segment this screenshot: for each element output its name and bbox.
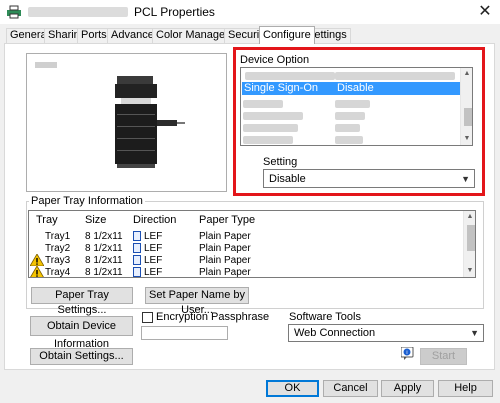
document-icon bbox=[133, 267, 141, 277]
encryption-label: Encryption Passphrase bbox=[156, 311, 270, 323]
document-icon bbox=[133, 243, 141, 254]
tray-size: 8 1/2x11 bbox=[85, 267, 123, 278]
setting-select[interactable]: Disable ▼ bbox=[263, 169, 475, 188]
list-item[interactable] bbox=[243, 100, 283, 108]
warning-icon bbox=[30, 254, 44, 266]
software-tools-label: Software Tools bbox=[289, 311, 361, 323]
tray-name: Tray4 bbox=[45, 267, 71, 278]
ok-button[interactable]: OK bbox=[266, 380, 319, 397]
close-icon[interactable]: ✕ bbox=[474, 2, 496, 22]
device-option-scrollbar[interactable]: ▲ ▼ bbox=[460, 68, 472, 145]
redacted-printer-name bbox=[28, 7, 128, 17]
apply-button[interactable]: Apply bbox=[381, 380, 434, 397]
chevron-down-icon: ▼ bbox=[461, 174, 470, 184]
paper-tray-label: Paper Tray Information bbox=[29, 195, 145, 207]
list-item[interactable] bbox=[243, 112, 303, 120]
cancel-button[interactable]: Cancel bbox=[323, 380, 378, 397]
obtain-settings-button[interactable]: Obtain Settings... bbox=[30, 348, 133, 365]
scroll-down-icon[interactable]: ▼ bbox=[464, 265, 475, 277]
start-button[interactable]: Start bbox=[420, 348, 467, 365]
tray-direction: LEF bbox=[144, 231, 163, 242]
col-header-size: Size bbox=[85, 214, 107, 226]
encryption-checkbox[interactable] bbox=[142, 312, 153, 323]
document-icon bbox=[133, 255, 141, 266]
svg-text:i: i bbox=[406, 350, 407, 356]
info-icon[interactable]: i bbox=[401, 347, 417, 361]
warning-icon bbox=[30, 266, 44, 277]
scroll-up-icon[interactable]: ▲ bbox=[464, 211, 475, 223]
device-option-label: Device Option bbox=[238, 54, 312, 66]
chevron-down-icon: ▼ bbox=[470, 328, 479, 338]
tray-direction: LEF bbox=[144, 255, 163, 266]
set-paper-name-button[interactable]: Set Paper Name by User... bbox=[145, 287, 249, 316]
redacted-model-name bbox=[35, 62, 57, 68]
software-tools-value: Web Connection bbox=[294, 327, 376, 339]
tray-direction: LEF bbox=[144, 243, 163, 254]
printer-preview bbox=[26, 53, 227, 192]
device-option-list[interactable]: Single Sign-On Disable ▲ ▼ bbox=[240, 67, 473, 146]
paper-tray-scrollbar[interactable]: ▲ ▼ bbox=[463, 211, 475, 277]
software-tools-select[interactable]: Web Connection ▼ bbox=[288, 324, 484, 342]
scroll-thumb[interactable] bbox=[467, 225, 475, 251]
tray-direction: LEF bbox=[144, 267, 163, 278]
setting-value: Disable bbox=[269, 173, 306, 185]
scroll-up-icon[interactable]: ▲ bbox=[461, 68, 472, 80]
printer-image bbox=[115, 76, 185, 168]
table-row[interactable]: Tray4 8 1/2x11 LEF Plain Paper bbox=[29, 266, 459, 278]
help-button[interactable]: Help bbox=[438, 380, 493, 397]
printer-app-icon bbox=[7, 5, 21, 19]
scroll-down-icon[interactable]: ▼ bbox=[461, 133, 472, 145]
paper-tray-settings-button[interactable]: Paper Tray Settings... bbox=[31, 287, 133, 316]
paper-tray-table[interactable]: Tray Size Direction Paper Type Tray1 8 1… bbox=[28, 210, 476, 278]
tray-paper-type: Plain Paper bbox=[199, 267, 251, 278]
setting-label: Setting bbox=[263, 156, 298, 168]
tab-configure[interactable]: Configure bbox=[259, 26, 315, 44]
document-icon bbox=[133, 231, 141, 242]
tab-ports[interactable]: Ports bbox=[77, 28, 111, 43]
list-item[interactable] bbox=[243, 124, 298, 132]
col-header-tray: Tray bbox=[36, 214, 58, 226]
scroll-thumb[interactable] bbox=[464, 108, 472, 126]
selected-option-value: Disable bbox=[337, 82, 374, 94]
col-header-direction: Direction bbox=[133, 214, 177, 226]
window-title: PCL Properties bbox=[134, 5, 215, 19]
list-item[interactable] bbox=[243, 136, 293, 144]
col-header-paper-type: Paper Type bbox=[199, 214, 256, 226]
selected-option-name: Single Sign-On bbox=[244, 82, 318, 94]
list-item-selected[interactable]: Single Sign-On Disable bbox=[242, 82, 460, 95]
encryption-passphrase-input[interactable] bbox=[141, 326, 228, 340]
title-bar: PCL Properties ✕ bbox=[0, 0, 500, 24]
obtain-device-information-button[interactable]: Obtain Device Information bbox=[30, 316, 133, 350]
